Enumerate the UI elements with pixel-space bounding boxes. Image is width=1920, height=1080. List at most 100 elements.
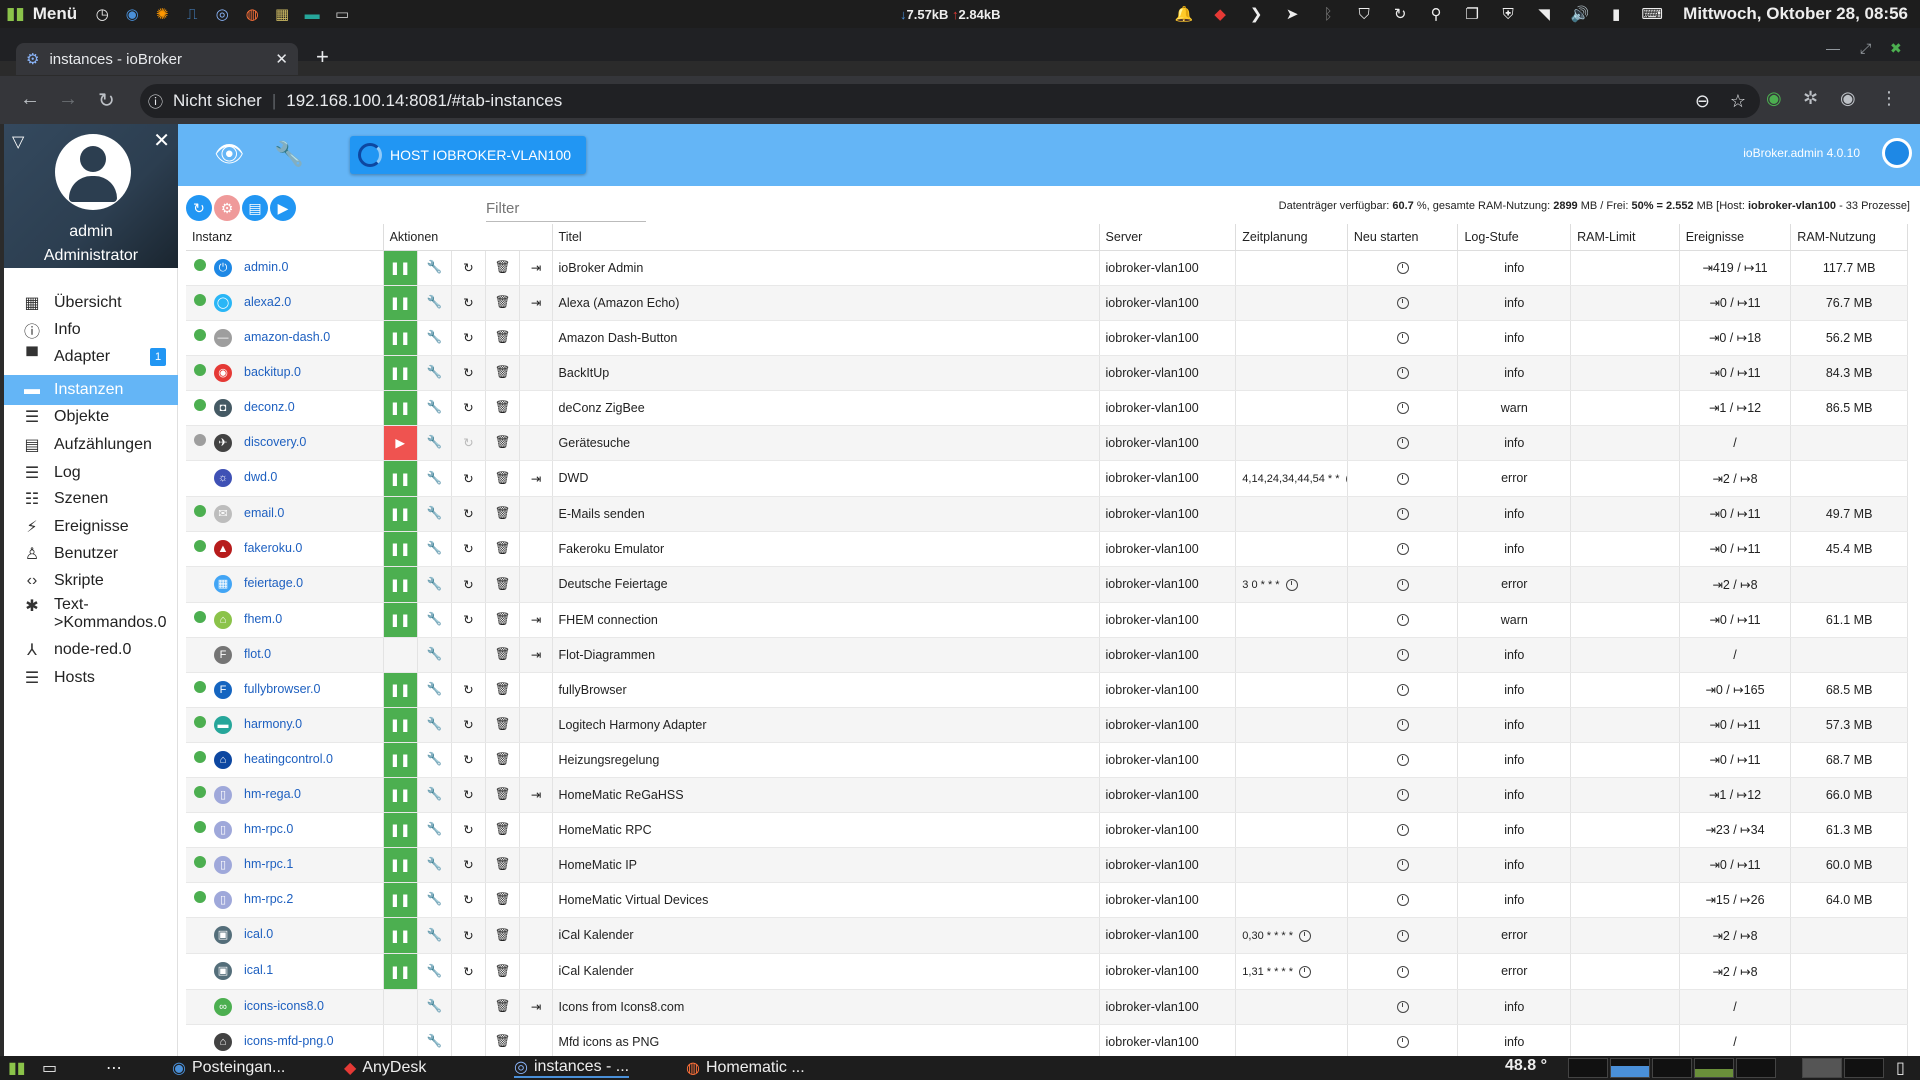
restart-icon[interactable]: ↻ — [451, 707, 487, 743]
new-tab-button[interactable]: + — [316, 44, 329, 70]
delete-trash-icon[interactable]: 🗑 — [485, 425, 521, 461]
log-level[interactable]: info — [1457, 355, 1572, 391]
instance-name[interactable]: dwd.0 — [244, 470, 277, 484]
restart-schedule-cell[interactable] — [1347, 637, 1459, 673]
taskbar-item-homematic[interactable]: ◍ Homematic ... — [686, 1058, 805, 1078]
log-level[interactable]: warn — [1457, 390, 1572, 426]
open-link-icon[interactable]: ⇥ — [519, 250, 553, 286]
bookmark-star-icon[interactable]: ☆ — [1730, 91, 1746, 112]
update-tray-icon[interactable]: ↻ — [1389, 4, 1411, 24]
instance-name[interactable]: heatingcontrol.0 — [244, 752, 333, 766]
instance-name[interactable]: flot.0 — [244, 647, 271, 661]
log-level[interactable]: info — [1457, 812, 1572, 848]
ram-limit[interactable] — [1570, 917, 1680, 954]
ram-limit[interactable] — [1570, 460, 1680, 497]
restart-clock-icon[interactable] — [1396, 367, 1409, 380]
log-level[interactable]: error — [1457, 917, 1572, 954]
restart-schedule-cell[interactable] — [1347, 285, 1459, 321]
restart-clock-icon[interactable] — [1396, 859, 1409, 872]
header-ram-limit[interactable]: RAM-Limit — [1570, 224, 1680, 251]
restart-icon[interactable]: ↻ — [451, 250, 487, 286]
settings-wrench-icon[interactable]: 🔧 — [417, 355, 452, 391]
schedule-cell[interactable]: 4,14,24,34,44,54 * * — [1235, 460, 1348, 497]
header-server[interactable]: Server — [1099, 224, 1237, 251]
restart-clock-icon[interactable] — [1396, 332, 1409, 345]
ram-limit[interactable] — [1570, 953, 1680, 990]
restart-icon[interactable]: ↻ — [451, 953, 487, 990]
pause-instance-button[interactable]: ❚❚ — [383, 847, 418, 883]
schedule-cell[interactable] — [1235, 496, 1348, 532]
settings-wrench-icon[interactable]: 🔧 — [417, 460, 452, 497]
expert-mode-button[interactable]: ⚙ — [214, 195, 240, 221]
restart-schedule-cell[interactable] — [1347, 566, 1459, 603]
instance-name[interactable]: ical.1 — [244, 963, 273, 977]
header-ereignisse[interactable]: Ereignisse — [1679, 224, 1792, 251]
delete-trash-icon[interactable]: 🗑 — [485, 602, 521, 638]
ram-limit[interactable] — [1570, 742, 1680, 778]
schedule-cell[interactable] — [1235, 989, 1348, 1025]
instance-name[interactable]: email.0 — [244, 506, 284, 520]
restart-schedule-cell[interactable] — [1347, 1024, 1459, 1056]
reload-icon[interactable]: ↻ — [98, 88, 115, 113]
os-clock[interactable]: Mittwoch, Oktober 28, 08:56 — [1683, 4, 1908, 24]
sidebar-item-hosts[interactable]: ☰ Hosts — [4, 663, 178, 693]
schedule-cell[interactable] — [1235, 602, 1348, 638]
restart-clock-icon[interactable] — [1396, 614, 1409, 627]
restart-icon[interactable]: ↻ — [451, 917, 487, 954]
instance-name[interactable]: fhem.0 — [244, 612, 282, 626]
restart-icon[interactable]: ↻ — [451, 460, 487, 497]
pause-instance-button[interactable]: ❚❚ — [383, 777, 418, 813]
instance-title[interactable]: Logitech Harmony Adapter — [552, 707, 1100, 743]
location-tray-icon[interactable]: ⚲ — [1425, 4, 1447, 24]
zoom-icon[interactable]: ⊖ — [1695, 91, 1710, 112]
delete-trash-icon[interactable]: 🗑 — [485, 707, 521, 743]
ram-limit[interactable] — [1570, 320, 1680, 356]
schedule-cell[interactable] — [1235, 285, 1348, 321]
restart-schedule-cell[interactable] — [1347, 847, 1459, 883]
restart-clock-icon[interactable] — [1396, 297, 1409, 310]
pause-instance-button[interactable]: ❚❚ — [383, 917, 418, 954]
ram-limit[interactable] — [1570, 777, 1680, 813]
wifi-tray-icon[interactable]: ◥ — [1533, 4, 1555, 24]
instance-title[interactable]: Flot-Diagrammen — [552, 637, 1100, 673]
restart-icon[interactable]: ↻ — [451, 882, 487, 918]
log-level[interactable]: info — [1457, 531, 1572, 567]
launcher-app2-icon[interactable]: ✺ — [151, 4, 173, 24]
restart-schedule-cell[interactable] — [1347, 355, 1459, 391]
restart-clock-icon[interactable] — [1396, 578, 1409, 591]
delete-trash-icon[interactable]: 🗑 — [485, 496, 521, 532]
settings-wrench-icon[interactable]: 🔧 — [417, 953, 452, 990]
schedule-cell[interactable] — [1235, 742, 1348, 778]
delete-trash-icon[interactable]: 🗑 — [485, 531, 521, 567]
clipboard-tray-icon[interactable]: ❐ — [1461, 4, 1483, 24]
sidebar-item-info[interactable]: ⓘ Info — [4, 315, 178, 345]
log-level[interactable]: info — [1457, 882, 1572, 918]
settings-wrench-icon[interactable]: 🔧 — [417, 496, 452, 532]
iobroker-logo-icon[interactable] — [1882, 138, 1912, 168]
ram-limit[interactable] — [1570, 707, 1680, 743]
sidebar-item-adapter[interactable]: ▀ Adapter 1 — [4, 342, 178, 372]
log-level[interactable]: error — [1457, 566, 1572, 603]
sidebar-item-node-red-0[interactable]: ⅄ node-red.0 — [4, 635, 178, 665]
ram-limit[interactable] — [1570, 355, 1680, 391]
instance-name[interactable]: fullybrowser.0 — [244, 682, 320, 696]
settings-wrench-icon[interactable]: 🔧 — [417, 250, 452, 286]
sidebar-item-aufzählungen[interactable]: ▤ Aufzählungen — [4, 430, 178, 460]
sidebar-item-ereignisse[interactable]: ⚡ Ereignisse — [4, 512, 178, 542]
delete-trash-icon[interactable]: 🗑 — [485, 250, 521, 286]
pause-instance-button[interactable]: ❚❚ — [383, 496, 418, 532]
open-link-icon[interactable]: ⇥ — [519, 460, 553, 497]
restart-clock-icon[interactable] — [1396, 965, 1409, 978]
delete-trash-icon[interactable]: 🗑 — [485, 1024, 521, 1056]
log-level[interactable]: info — [1457, 847, 1572, 883]
schedule-cell[interactable] — [1235, 390, 1348, 426]
sidebar-item-text-kommandos-0[interactable]: ✱ Text->Kommandos.0 — [4, 594, 178, 638]
restart-schedule-cell[interactable] — [1347, 917, 1459, 954]
log-level[interactable]: warn — [1457, 602, 1572, 638]
info-circle-icon[interactable]: ⓘ — [148, 91, 163, 112]
settings-wrench-icon[interactable]: 🔧 — [417, 707, 452, 743]
delete-trash-icon[interactable]: 🗑 — [485, 953, 521, 990]
log-level[interactable]: info — [1457, 250, 1572, 286]
ram-limit[interactable] — [1570, 285, 1680, 321]
pause-instance-button[interactable]: ❚❚ — [383, 390, 418, 426]
